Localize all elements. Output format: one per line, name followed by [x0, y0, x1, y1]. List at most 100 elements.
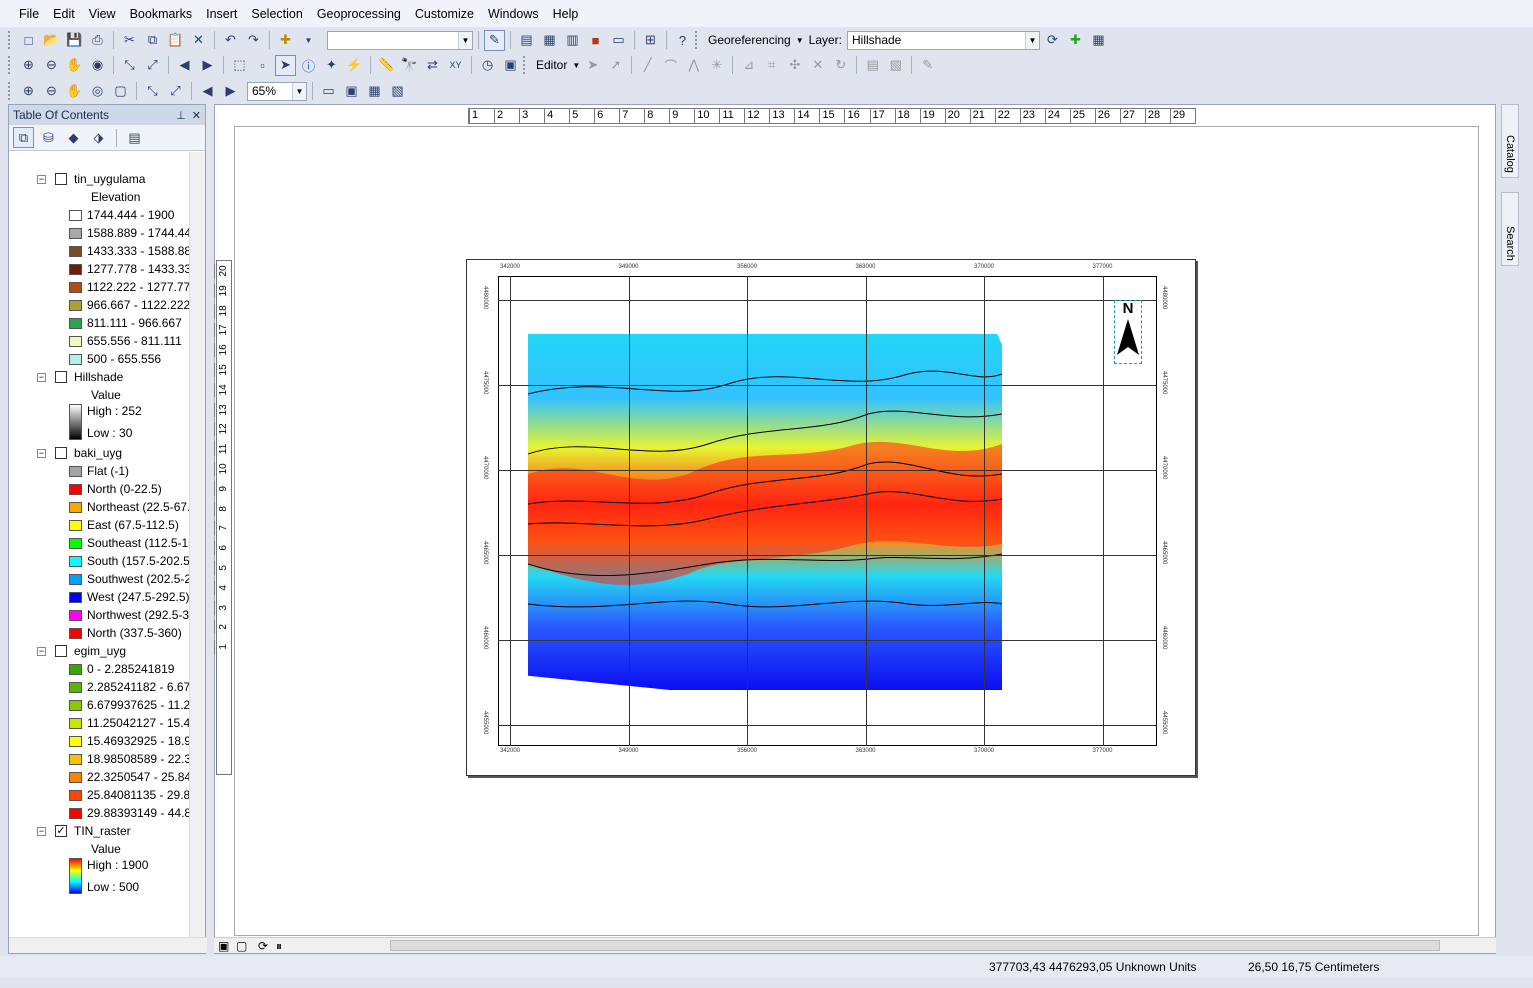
zoom-level-combo[interactable]: 65% ▼	[247, 81, 307, 101]
identify-icon[interactable]: ⓘ	[298, 55, 319, 76]
edit-vertices-icon[interactable]: ⊿	[738, 55, 759, 76]
fixed-zoom-in-icon[interactable]: ⤡	[119, 55, 140, 76]
point-icon[interactable]: ✳	[706, 55, 727, 76]
add-control-points-icon[interactable]: ✚	[1065, 30, 1086, 51]
layer-visibility-checkbox[interactable]	[55, 371, 67, 383]
menu-item-file[interactable]: File	[12, 7, 46, 21]
trace-icon[interactable]: ⋀	[683, 55, 704, 76]
print-icon[interactable]: ⎙	[87, 30, 108, 51]
cut-polygons-icon[interactable]: ✣	[784, 55, 805, 76]
reshape-icon[interactable]: ⌗	[761, 55, 782, 76]
toggle-draft-mode-icon[interactable]: ▭	[318, 81, 339, 102]
python-window-icon[interactable]: ▭	[608, 30, 629, 51]
rotate-edit-icon[interactable]: ↻	[830, 55, 851, 76]
change-layout-icon[interactable]: ▦	[364, 81, 385, 102]
layer-visibility-checkbox[interactable]	[55, 645, 67, 657]
layer-select[interactable]: Hillshade ▼	[847, 30, 1040, 50]
side-tab-catalog[interactable]: Catalog	[1501, 104, 1519, 178]
catalog-icon[interactable]: ▦	[539, 30, 560, 51]
copy-icon[interactable]: ⧉	[142, 30, 163, 51]
toc-layer-tin_uygulama[interactable]: − tin_uygulama	[37, 170, 145, 188]
forward-icon[interactable]: ▶	[197, 55, 218, 76]
zoom-whole-page-icon[interactable]: ◎	[87, 81, 108, 102]
collapse-icon[interactable]: −	[37, 826, 46, 836]
fixed-zoom-out-layout-icon[interactable]: ⤢	[165, 81, 186, 102]
model-builder-icon[interactable]: ⊞	[640, 30, 661, 51]
edit-tool-icon[interactable]: ➤	[582, 55, 603, 76]
save-icon[interactable]: 💾	[64, 30, 85, 51]
focus-data-frame-icon[interactable]: ▣	[341, 81, 362, 102]
zoom-100-icon[interactable]: ▢	[110, 81, 131, 102]
attributes-icon[interactable]: ▤	[862, 55, 883, 76]
split-icon[interactable]: ✕	[807, 55, 828, 76]
collapse-icon[interactable]: −	[37, 372, 46, 382]
menu-item-geoprocessing[interactable]: Geoprocessing	[310, 7, 408, 21]
whats-this-icon[interactable]: ?	[672, 30, 693, 51]
full-extent-icon[interactable]: ◉	[87, 55, 108, 76]
editor-menu[interactable]: Editor	[533, 58, 570, 72]
open-folder-icon[interactable]: 📂	[41, 30, 62, 51]
endpoint-arc-icon[interactable]: ⌒	[660, 55, 681, 76]
menu-item-bookmarks[interactable]: Bookmarks	[123, 7, 200, 21]
sketch-properties-icon[interactable]: ▧	[885, 55, 906, 76]
select-elements-icon[interactable]: ➤	[275, 54, 296, 76]
fixed-zoom-out-icon[interactable]: ⤢	[142, 55, 163, 76]
layout-view-icon[interactable]: ▢	[236, 939, 247, 953]
data-driven-pages-icon[interactable]: ▧	[387, 81, 408, 102]
horizontal-scrollbar[interactable]	[390, 940, 1440, 951]
options-icon[interactable]: ▤	[124, 127, 145, 148]
scale-combo[interactable]: ▼	[327, 30, 473, 50]
menu-item-windows[interactable]: Windows	[481, 7, 546, 21]
pause-drawing-icon[interactable]: ⏸	[276, 939, 282, 954]
toc-horizontal-scrollbar[interactable]	[9, 937, 207, 953]
layout-zoom-in-icon[interactable]: ⊕	[18, 81, 39, 102]
collapse-icon[interactable]: −	[37, 174, 46, 184]
list-by-selection-icon[interactable]: ⬗	[88, 127, 109, 148]
zoom-out-icon[interactable]: ⊖	[41, 55, 62, 76]
list-by-visibility-icon[interactable]: ◆	[63, 127, 84, 148]
rotate-icon[interactable]: ⟳	[1042, 30, 1063, 51]
delete-icon[interactable]: ✕	[188, 30, 209, 51]
menu-item-help[interactable]: Help	[546, 7, 586, 21]
refresh-icon[interactable]: ⟳	[258, 939, 268, 953]
toc-layer-tin_raster[interactable]: − ✓ TIN_raster	[37, 822, 131, 840]
measure-icon[interactable]: 📏	[376, 55, 397, 76]
go-to-xy-icon[interactable]: XY	[445, 55, 466, 76]
toc-vertical-scrollbar[interactable]	[189, 152, 205, 937]
list-by-source-icon[interactable]: ⛁	[38, 127, 59, 148]
html-popup-icon[interactable]: ✦	[321, 55, 342, 76]
back-icon[interactable]: ◀	[174, 55, 195, 76]
link-table-icon[interactable]: ▦	[1088, 30, 1109, 51]
fixed-zoom-in-layout-icon[interactable]: ⤡	[142, 81, 163, 102]
time-slider-icon[interactable]: ◷	[477, 55, 498, 76]
menu-item-view[interactable]: View	[82, 7, 123, 21]
north-arrow[interactable]: N	[1114, 300, 1142, 364]
menu-item-insert[interactable]: Insert	[199, 7, 244, 21]
clear-selection-icon[interactable]: ▫	[252, 55, 273, 76]
layout-pan-icon[interactable]: ✋	[64, 81, 85, 102]
toc-layer-baki_uyg[interactable]: − baki_uyg	[37, 444, 122, 462]
layer-visibility-checkbox[interactable]: ✓	[55, 825, 67, 837]
data-view-icon[interactable]: ▣	[218, 939, 229, 953]
menu-item-edit[interactable]: Edit	[46, 7, 82, 21]
layer-visibility-checkbox[interactable]	[55, 447, 67, 459]
menu-item-selection[interactable]: Selection	[244, 7, 309, 21]
undo-icon[interactable]: ↶	[220, 30, 241, 51]
toolbar-grip[interactable]	[8, 31, 12, 49]
table-icon[interactable]: ▤	[516, 30, 537, 51]
create-features-icon[interactable]: ✎	[917, 55, 938, 76]
edit-annotation-icon[interactable]: ➚	[605, 55, 626, 76]
arctoolbox-icon[interactable]: ■	[585, 30, 606, 51]
menu-item-customize[interactable]: Customize	[408, 7, 481, 21]
new-document-icon[interactable]: □	[18, 30, 39, 51]
previous-extent-icon[interactable]: ◀	[197, 81, 218, 102]
find-icon[interactable]: 🔭	[399, 55, 420, 76]
chevron-down-icon[interactable]: ▼	[572, 61, 580, 70]
collapse-icon[interactable]: −	[37, 646, 46, 656]
toc-layer-egim_uyg[interactable]: − egim_uyg	[37, 642, 126, 660]
cut-icon[interactable]: ✂	[119, 30, 140, 51]
layer-visibility-checkbox[interactable]	[55, 173, 67, 185]
hyperlink-icon[interactable]: ⚡	[344, 55, 365, 76]
select-features-icon[interactable]: ⬚	[229, 55, 250, 76]
next-extent-icon[interactable]: ▶	[220, 81, 241, 102]
